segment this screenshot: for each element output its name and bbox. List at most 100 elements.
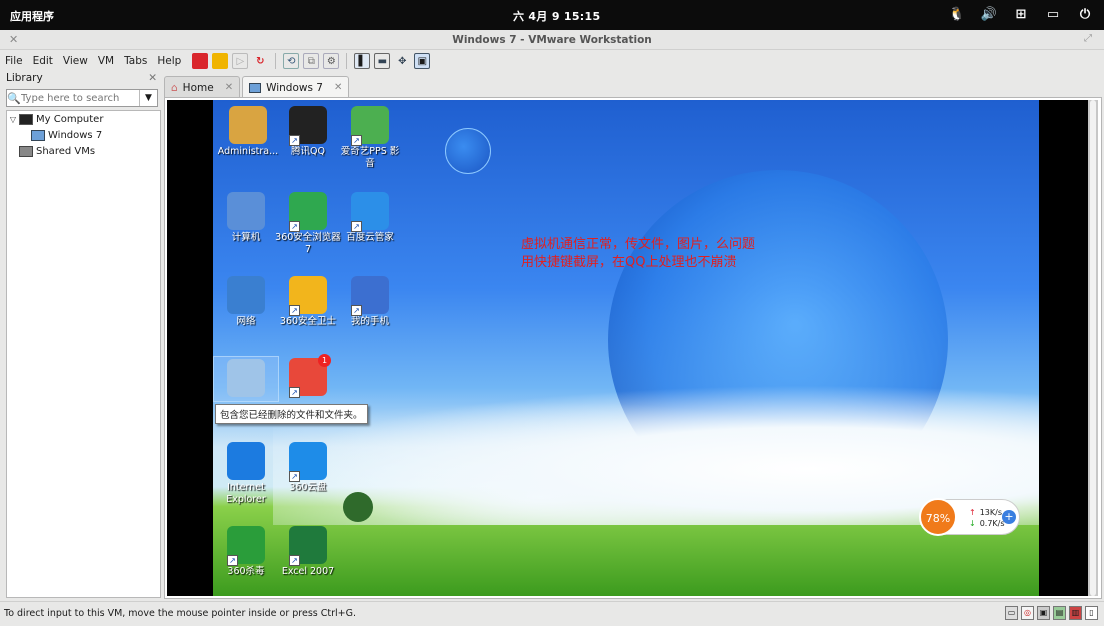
menu-help[interactable]: Help bbox=[152, 55, 186, 67]
network-icon[interactable]: ⊞ bbox=[1012, 6, 1030, 24]
applications-menu[interactable]: 应用程序 bbox=[10, 8, 54, 24]
cd-rom-icon[interactable]: ◎ bbox=[1021, 606, 1034, 620]
shortcut-arrow-icon: ↗ bbox=[289, 221, 300, 232]
clock[interactable]: 六 4月 9 15:15 bbox=[513, 8, 600, 24]
computer-icon bbox=[19, 113, 33, 125]
unity-icon[interactable]: ▣ bbox=[414, 53, 431, 69]
wallpaper-moon bbox=[445, 128, 491, 174]
tree-item-shared-vms[interactable]: Shared VMs bbox=[7, 143, 160, 159]
desktop-icon-label: Excel 2007 bbox=[281, 566, 335, 577]
play-icon[interactable]: ▷ bbox=[232, 53, 249, 69]
desktop-icon-label: 计算机 bbox=[231, 232, 261, 243]
shortcut-arrow-icon: ↗ bbox=[289, 471, 300, 482]
suspend-icon[interactable] bbox=[212, 53, 229, 69]
toolbar-divider bbox=[275, 53, 277, 69]
menu-bar: File Edit View VM Tabs Help ▷ ↻ ⟲ ⧉ ⚙ ▌ … bbox=[0, 51, 1104, 71]
tree-item-windows-7[interactable]: Windows 7 bbox=[7, 127, 160, 143]
desktop-icon-administrator[interactable]: Administra... bbox=[215, 106, 281, 158]
window-title: Windows 7 - VMware Workstation bbox=[452, 34, 652, 46]
desktop-icon-my-phone[interactable]: ↗ 我的手机 bbox=[337, 276, 403, 328]
close-library-icon[interactable]: ✕ bbox=[148, 72, 157, 84]
tux-icon[interactable]: 🐧 bbox=[948, 6, 966, 24]
tab-label: Windows 7 bbox=[266, 81, 323, 94]
vm-icon bbox=[249, 82, 262, 93]
desktop-icon-label: 百度云管家 bbox=[346, 232, 394, 243]
vm-scrollbar[interactable] bbox=[1088, 100, 1098, 596]
tree-item-my-computer[interactable]: ▽ My Computer bbox=[7, 111, 160, 127]
360-cloud-icon: ↗ bbox=[289, 442, 327, 482]
upload-arrow-icon: ↑ bbox=[969, 508, 976, 517]
message-log-icon[interactable]: ▯ bbox=[1085, 606, 1098, 620]
sound-card-icon[interactable]: ▥ bbox=[1069, 606, 1082, 620]
vm-console[interactable]: Administra... ↗ 腾讯QQ ↗ 爱奇艺PPS 影音 计算机 ↗ 3… bbox=[167, 100, 1098, 596]
desktop-icon-360-safe[interactable]: ↗ 360安全卫士 bbox=[275, 276, 341, 328]
menu-file[interactable]: File bbox=[0, 55, 28, 67]
show-library-icon[interactable]: ▌ bbox=[354, 53, 371, 69]
note-line: 虚拟机通信正常，传文件，图片，么问题 bbox=[521, 237, 756, 252]
plus-icon[interactable]: + bbox=[1002, 510, 1016, 524]
library-search[interactable]: 🔍 ▼ bbox=[6, 89, 158, 107]
desktop-icon-label: 网络 bbox=[236, 316, 256, 327]
desktop-icon-360-cloud[interactable]: ↗ 360云盘 bbox=[275, 442, 341, 494]
user-folder-icon bbox=[229, 106, 267, 144]
battery-icon[interactable]: ▭ bbox=[1044, 6, 1062, 24]
desktop-icon-app-store[interactable]: 1 ↗ bbox=[275, 354, 341, 398]
tooltip: 包含您已经删除的文件和文件夹。 bbox=[215, 404, 368, 424]
pps-icon: ↗ bbox=[351, 106, 389, 146]
hard-disk-icon[interactable]: ▭ bbox=[1005, 606, 1018, 620]
maximize-icon[interactable]: ⤢ bbox=[1084, 33, 1092, 44]
desktop-icon-network[interactable]: 网络 bbox=[213, 276, 279, 328]
status-bar: To direct input to this VM, move the mou… bbox=[0, 601, 1104, 626]
shortcut-arrow-icon: ↗ bbox=[351, 135, 362, 146]
desktop-icon-recycle-bin[interactable] bbox=[213, 356, 279, 402]
reset-icon[interactable]: ↻ bbox=[252, 53, 268, 69]
thumbnail-bar-icon[interactable]: ▬ bbox=[374, 53, 391, 69]
guest-desktop[interactable]: Administra... ↗ 腾讯QQ ↗ 爱奇艺PPS 影音 计算机 ↗ 3… bbox=[213, 100, 1039, 596]
power-icon[interactable]: ⏻ bbox=[1076, 6, 1094, 24]
power-off-icon[interactable] bbox=[192, 53, 209, 69]
recycle-bin-icon bbox=[227, 359, 265, 397]
network-speed-widget[interactable]: 78% ↑ 13K/s ↓ 0.7K/s + bbox=[919, 498, 1020, 536]
network-adapter-icon[interactable]: ▤ bbox=[1053, 606, 1066, 620]
floppy-icon[interactable]: ▣ bbox=[1037, 606, 1050, 620]
menu-view[interactable]: View bbox=[58, 55, 93, 67]
close-tab-icon[interactable]: ✕ bbox=[225, 82, 233, 93]
desktop-icon-label: 我的手机 bbox=[350, 316, 389, 327]
network-globe-icon bbox=[227, 276, 265, 314]
full-screen-icon[interactable]: ✥ bbox=[394, 53, 410, 69]
notification-badge: 1 bbox=[318, 354, 331, 367]
desktop-icon-baidu-cloud[interactable]: ↗ 百度云管家 bbox=[337, 192, 403, 244]
app-store-icon: 1 ↗ bbox=[289, 354, 331, 398]
shortcut-arrow-icon: ↗ bbox=[351, 305, 362, 316]
desktop-icon-computer[interactable]: 计算机 bbox=[213, 192, 279, 244]
library-title: Library bbox=[6, 72, 43, 84]
desktop-icon-label: 360云盘 bbox=[289, 482, 327, 493]
tab-windows-7[interactable]: Windows 7 ✕ bbox=[242, 76, 350, 98]
tab-home[interactable]: ⌂ Home ✕ bbox=[164, 76, 241, 98]
menu-vm[interactable]: VM bbox=[93, 55, 119, 67]
library-search-input[interactable] bbox=[21, 92, 133, 104]
desktop-icon-excel[interactable]: ↗ Excel 2007 bbox=[275, 526, 341, 578]
shortcut-arrow-icon: ↗ bbox=[289, 305, 300, 316]
desktop-icon-label: Administra... bbox=[217, 146, 279, 157]
computer-icon bbox=[227, 192, 265, 230]
desktop-icon-360-browser[interactable]: ↗ 360安全浏览器7 bbox=[275, 192, 341, 256]
snapshot-icon[interactable]: ⟲ bbox=[283, 53, 300, 69]
desktop-icon-qq[interactable]: ↗ 腾讯QQ bbox=[275, 106, 341, 158]
phone-icon: ↗ bbox=[351, 276, 389, 316]
shortcut-arrow-icon: ↗ bbox=[289, 135, 300, 146]
close-tab-icon[interactable]: ✕ bbox=[334, 82, 342, 93]
scrollbar-thumb[interactable] bbox=[1090, 100, 1096, 596]
desktop-icon-internet-explorer[interactable]: Internet Explorer bbox=[213, 442, 279, 506]
menu-edit[interactable]: Edit bbox=[28, 55, 58, 67]
revert-snapshot-icon[interactable]: ⧉ bbox=[303, 53, 320, 69]
menu-tabs[interactable]: Tabs bbox=[119, 55, 152, 67]
search-icon: 🔍 bbox=[7, 91, 21, 105]
search-dropdown-icon[interactable]: ▼ bbox=[139, 90, 157, 106]
desktop-icon-label: 360安全卫士 bbox=[279, 316, 337, 327]
desktop-icon-360-antivirus[interactable]: ↗ 360杀毒 bbox=[213, 526, 279, 578]
snapshot-manager-icon[interactable]: ⚙ bbox=[323, 53, 340, 69]
desktop-icon-pps[interactable]: ↗ 爱奇艺PPS 影音 bbox=[337, 106, 403, 170]
collapse-icon[interactable]: ▽ bbox=[7, 115, 19, 124]
volume-icon[interactable]: 🔊 bbox=[980, 6, 998, 24]
